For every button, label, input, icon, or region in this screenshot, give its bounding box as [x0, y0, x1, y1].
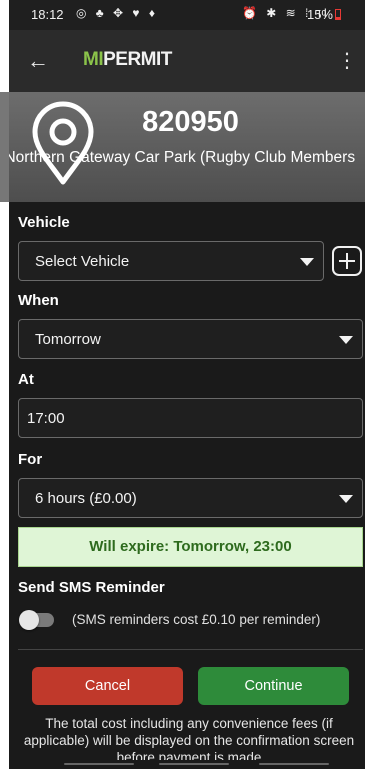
- mipermit-logo: MIPERMIT: [83, 49, 172, 71]
- chevron-down-icon: [339, 336, 353, 344]
- location-code: 820950: [142, 106, 239, 138]
- logo-mi-text: MI: [83, 49, 104, 70]
- continue-button[interactable]: Continue: [198, 667, 349, 705]
- overflow-menu-button[interactable]: ⋮: [335, 46, 359, 76]
- at-label: At: [18, 371, 34, 388]
- cancel-button[interactable]: Cancel: [32, 667, 183, 705]
- logo-permit-text: PERMIT: [103, 49, 172, 70]
- more-vertical-icon: ⋮: [337, 50, 357, 72]
- chevron-down-icon: [300, 258, 314, 266]
- left-edge-strip: [0, 0, 9, 769]
- back-button[interactable]: ←: [23, 46, 53, 76]
- toggle-knob: [19, 610, 39, 630]
- phone-screenshot: 18:12 ◎ ♣ ✥ ♥ ♦ ⏰ ✱ ≋ ⁞ ıl 15% ← MIPERMI…: [0, 0, 365, 769]
- location-name: ) Northern Gateway Car Park (Rugby Club …: [9, 149, 356, 166]
- duration-select[interactable]: 6 hours (£0.00): [18, 478, 363, 518]
- vehicle-select[interactable]: Select Vehicle: [18, 241, 324, 281]
- when-select-value: Tomorrow: [35, 331, 101, 348]
- battery-percent: 15%: [306, 7, 333, 22]
- app-bar: ← MIPERMIT ⋮: [9, 30, 365, 92]
- duration-select-value: 6 hours (£0.00): [35, 490, 137, 507]
- chevron-down-icon: [339, 495, 353, 503]
- sms-cost-note: (SMS reminders cost £0.10 per reminder): [72, 612, 321, 627]
- notification-icons: ◎ ♣ ✥ ♥ ♦: [76, 6, 158, 20]
- vehicle-select-value: Select Vehicle: [35, 253, 130, 270]
- battery-indicator: 15%: [307, 7, 341, 22]
- when-select[interactable]: Tomorrow: [18, 319, 363, 359]
- divider: [18, 649, 363, 650]
- cost-disclaimer: The total cost including any convenience…: [23, 716, 355, 765]
- location-header: 820950 ) Northern Gateway Car Park (Rugb…: [9, 92, 365, 202]
- nav-pill: [159, 763, 229, 765]
- status-time: 18:12: [31, 7, 64, 22]
- navigation-bar: [9, 760, 365, 769]
- vehicle-label: Vehicle: [18, 214, 70, 231]
- sms-reminder-label: Send SMS Reminder: [18, 579, 165, 596]
- app-screen: 18:12 ◎ ♣ ✥ ♥ ♦ ⏰ ✱ ≋ ⁞ ıl 15% ← MIPERMI…: [9, 0, 365, 769]
- nav-pill: [64, 763, 134, 765]
- expiry-banner: Will expire: Tomorrow, 23:00: [18, 527, 363, 567]
- time-input[interactable]: [18, 398, 363, 438]
- battery-icon: [335, 9, 341, 20]
- add-vehicle-button[interactable]: [332, 246, 362, 276]
- nav-pill: [259, 763, 329, 765]
- sms-reminder-toggle[interactable]: [19, 610, 54, 630]
- status-bar: 18:12 ◎ ♣ ✥ ♥ ♦ ⏰ ✱ ≋ ⁞ ıl 15%: [9, 0, 365, 30]
- when-label: When: [18, 292, 59, 309]
- arrow-left-icon: ←: [27, 48, 49, 73]
- for-label: For: [18, 451, 43, 468]
